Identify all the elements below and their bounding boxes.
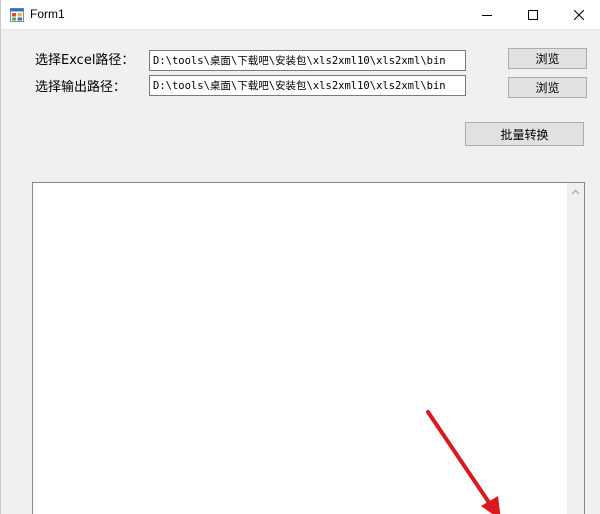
maximize-button[interactable] (510, 0, 556, 30)
output-path-label: 选择输出路径： (35, 80, 127, 95)
main-window: Form1 选择Excel路径： 浏览 选择输出路径： 浏览 批量转换 (0, 0, 600, 514)
form-app-icon (10, 8, 24, 22)
minimize-icon (482, 15, 492, 16)
browse-output-button[interactable]: 浏览 (508, 77, 587, 98)
excel-path-input[interactable] (149, 50, 466, 71)
batch-convert-button[interactable]: 批量转换 (465, 122, 584, 146)
close-button[interactable] (556, 0, 600, 30)
window-title: Form1 (30, 7, 65, 21)
maximize-icon (528, 10, 538, 20)
minimize-button[interactable] (464, 0, 510, 30)
title-bar[interactable]: Form1 (1, 0, 600, 30)
browse-excel-button[interactable]: 浏览 (508, 48, 587, 69)
vertical-scrollbar[interactable] (567, 183, 584, 514)
output-path-input[interactable] (149, 75, 466, 96)
scroll-up-arrow-icon (571, 189, 580, 194)
scroll-up-button[interactable] (567, 183, 584, 200)
close-icon (574, 10, 584, 20)
log-textarea[interactable] (32, 182, 585, 514)
excel-path-label: 选择Excel路径： (35, 53, 135, 68)
